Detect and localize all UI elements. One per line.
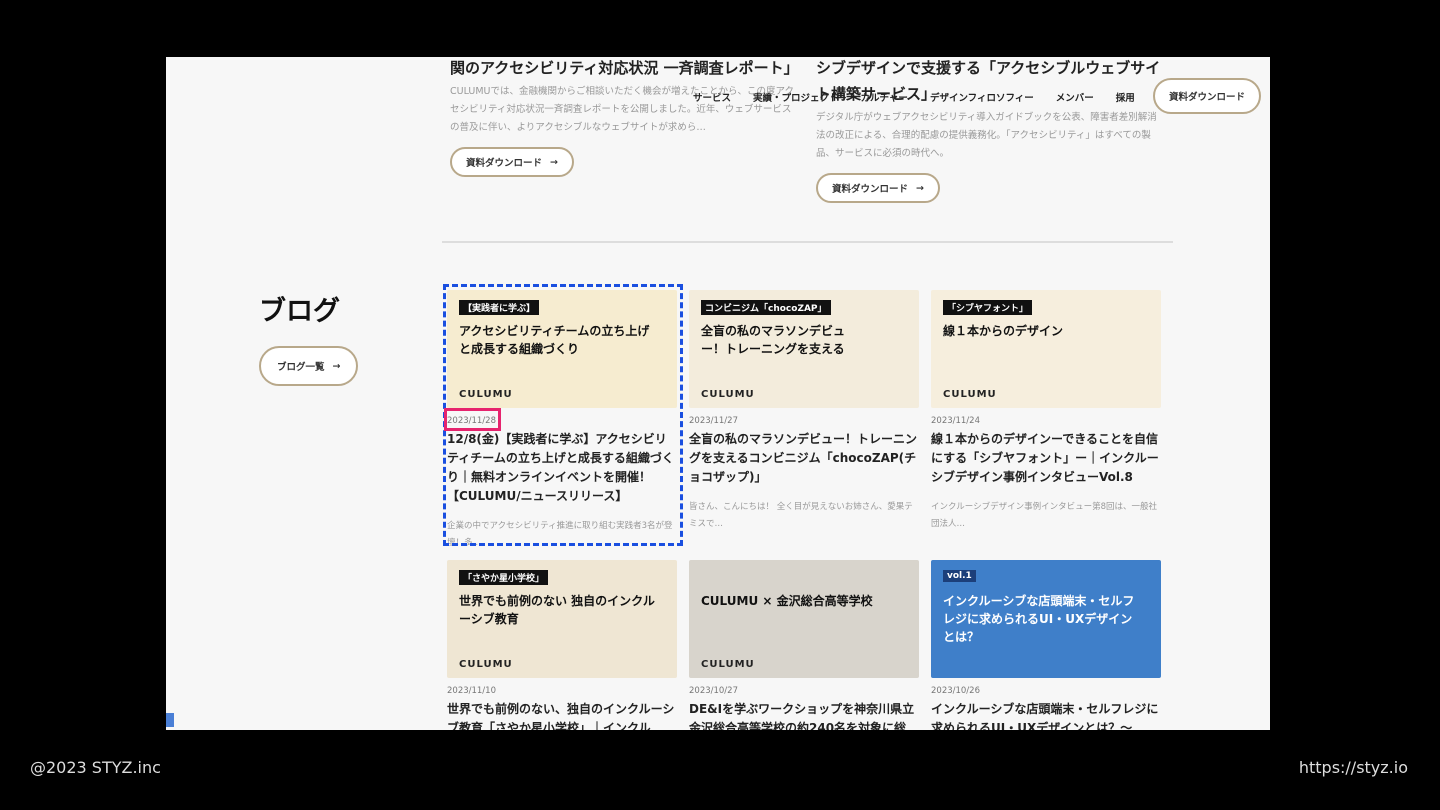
thumbnail-text: インクルーシブな店頭端末・セルフレジに求められるUI・UXデザインとは？	[943, 594, 1135, 644]
post-title[interactable]: DE&Iを学ぶワークショップを神奈川県立金沢総合高等学校の約240名を対象に総	[689, 700, 919, 730]
blog-thumbnail[interactable]: vol.1 インクルーシブな店頭端末・セルフレジに求められるUI・UXデザインと…	[931, 560, 1161, 678]
thumbnail-tag: コンビニジム「chocoZAP」	[701, 300, 831, 315]
button-label: ブログ一覧	[277, 362, 325, 373]
button-label: 資料ダウンロード	[832, 184, 909, 195]
report-title[interactable]: 関のアクセシビリティ対応状況 一斉調査レポート」	[450, 57, 800, 81]
thumbnail-text: 線１本からのデザイン	[943, 324, 1064, 338]
blog-card[interactable]: 「さやか星小学校」 世界でも前例のない 独自のインクルーシブ教育 CULUMU …	[447, 560, 677, 730]
thumbnail-tag: 「シブヤフォント」	[943, 300, 1033, 315]
section-divider	[442, 241, 1173, 243]
thumbnail-tag: vol.1	[943, 570, 976, 582]
post-excerpt: 皆さん、こんにちは！ 全く目が見えないお姉さん、愛果テミスで…	[689, 502, 913, 529]
report-title[interactable]: シブデザインで支援する「アクセシブルウェブサイト構築サービス」	[816, 57, 1161, 107]
culumu-logo: CULUMU	[701, 659, 755, 670]
arrow-right-icon: →	[332, 360, 341, 372]
post-excerpt: インクルーシブデザイン事例インタビュー第8回は、一般社団法人…	[931, 502, 1157, 529]
report-desc: CULUMUでは、金融機関からご相談いただく機会が増えたことから、この度アクセシ…	[450, 86, 795, 133]
blog-list-button[interactable]: ブログ一覧 →	[259, 346, 359, 386]
blog-thumbnail[interactable]: コンビニジム「chocoZAP」 全盲の私のマラソンデビュー！トレーニングを支え…	[689, 290, 919, 408]
thumbnail-text: 全盲の私のマラソンデビュー！トレーニングを支える	[701, 324, 846, 356]
footer-url[interactable]: https://styz.io	[1299, 758, 1408, 777]
blog-card[interactable]: 「シブヤフォント」 線１本からのデザイン CULUMU 2023/11/24 線…	[931, 290, 1161, 533]
report-card: 関のアクセシビリティ対応状況 一斉調査レポート」 CULUMUでは、金融機関から…	[450, 57, 800, 177]
thumbnail-tag: 「さやか星小学校」	[459, 570, 549, 585]
blog-card[interactable]: vol.1 インクルーシブな店頭端末・セルフレジに求められるUI・UXデザインと…	[931, 560, 1161, 730]
post-date: 2023/11/27	[689, 416, 738, 426]
date-highlight	[444, 408, 501, 431]
culumu-logo: CULUMU	[459, 659, 513, 670]
blog-thumbnail[interactable]: CULUMU × 金沢総合高等学校 CULUMU	[689, 560, 919, 678]
post-title[interactable]: 世界でも前例のない、独自のインクルーシブ教育「さやか星小学校」｜インクル	[447, 700, 677, 730]
arrow-right-icon: →	[916, 182, 924, 194]
arrow-right-icon: →	[550, 156, 558, 168]
blog-card[interactable]: コンビニジム「chocoZAP」 全盲の私のマラソンデビュー！トレーニングを支え…	[689, 290, 919, 533]
post-date: 2023/10/26	[931, 686, 980, 696]
button-label: 資料ダウンロード	[466, 158, 543, 169]
thumbnail-text: CULUMU × 金沢総合高等学校	[701, 594, 873, 608]
post-title[interactable]: 全盲の私のマラソンデビュー！トレーニングを支えるコンビニジム「chocoZAP(…	[689, 430, 919, 487]
post-date: 2023/11/24	[931, 416, 980, 426]
culumu-logo: CULUMU	[943, 389, 997, 400]
blog-heading: ブログ	[259, 296, 340, 327]
report-download-button[interactable]: 資料ダウンロード →	[450, 147, 574, 177]
blog-thumbnail[interactable]: 「さやか星小学校」 世界でも前例のない 独自のインクルーシブ教育 CULUMU	[447, 560, 677, 678]
post-date: 2023/11/10	[447, 686, 496, 696]
culumu-logo: CULUMU	[701, 389, 755, 400]
post-title[interactable]: 線１本からのデザインーできることを自信にする「シブヤフォント」ー｜インクルーシブ…	[931, 430, 1161, 487]
post-date: 2023/10/27	[689, 686, 738, 696]
report-download-button[interactable]: 資料ダウンロード →	[816, 173, 940, 203]
report-desc: デジタル庁がウェブアクセシビリティ導入ガイドブックを公表、障害者差別解消法の改正…	[816, 112, 1157, 159]
report-card: シブデザインで支援する「アクセシブルウェブサイト構築サービス」 デジタル庁がウェ…	[816, 57, 1161, 203]
web-page: サービス 実績・プロジェクト カルチャー デザインフィロソフィー メンバー 採用…	[166, 57, 1270, 730]
blog-thumbnail[interactable]: 「シブヤフォント」 線１本からのデザイン CULUMU	[931, 290, 1161, 408]
header-download-button[interactable]: 資料ダウンロード	[1153, 78, 1262, 114]
scroll-indicator[interactable]	[166, 713, 174, 727]
thumbnail-text: 世界でも前例のない 独自のインクルーシブ教育	[459, 594, 655, 626]
post-title[interactable]: インクルーシブな店頭端末・セルフレジに求められるUI・UXデザインとは？～	[931, 700, 1161, 730]
blog-card[interactable]: CULUMU × 金沢総合高等学校 CULUMU 2023/10/27 DE&I…	[689, 560, 919, 730]
footer-copyright: @2023 STYZ.inc	[30, 758, 161, 777]
